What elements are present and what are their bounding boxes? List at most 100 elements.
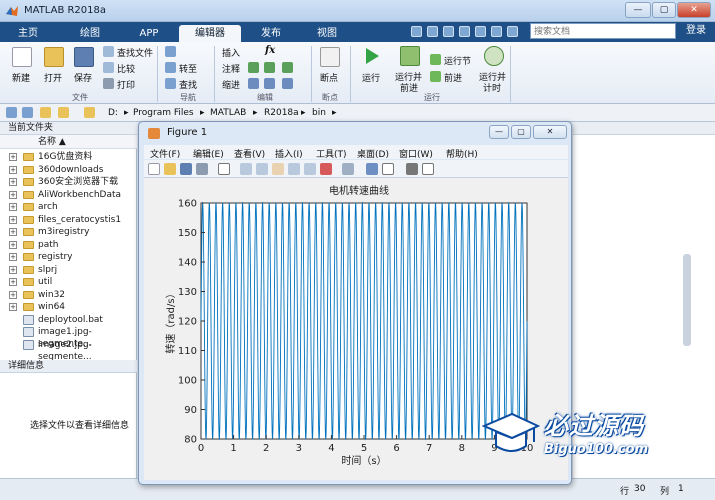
breadcrumb-program-files[interactable]: Program Files: [133, 108, 194, 118]
run-and-time-icon[interactable]: [484, 46, 504, 66]
save-button[interactable]: 保存: [74, 71, 92, 84]
list-item[interactable]: image1.jpg-segmente...: [0, 326, 137, 349]
expand-icon[interactable]: +: [9, 165, 17, 174]
breadcrumb-matlab[interactable]: MATLAB: [210, 108, 246, 118]
copy-small-icon[interactable]: [427, 26, 438, 37]
tab-editor[interactable]: 编辑器: [179, 25, 241, 42]
list-item[interactable]: deploytool.bat: [0, 314, 137, 326]
data-cursor-icon[interactable]: [304, 163, 316, 175]
menu-desktop[interactable]: 桌面(D): [357, 147, 389, 160]
list-item[interactable]: + win64: [0, 301, 137, 313]
back-icon[interactable]: [6, 107, 17, 118]
figure-close-button[interactable]: ✕: [533, 125, 567, 139]
breadcrumb-bin[interactable]: bin: [312, 108, 326, 118]
goto-button[interactable]: 转至: [179, 62, 197, 75]
forward-icon[interactable]: [22, 107, 33, 118]
tab-home[interactable]: 主页: [10, 25, 46, 42]
expand-icon[interactable]: +: [9, 278, 17, 286]
expand-icon[interactable]: +: [9, 178, 17, 186]
expand-icon[interactable]: +: [9, 228, 17, 236]
switch-windows-icon[interactable]: [491, 26, 502, 37]
find-files-button[interactable]: 查找文件: [117, 46, 153, 59]
edit-plot-arrow-icon[interactable]: [218, 163, 230, 175]
print-figure-icon[interactable]: [196, 163, 208, 175]
new-file-icon[interactable]: [12, 47, 32, 67]
close-button[interactable]: ✕: [677, 2, 711, 18]
pan-hand-icon[interactable]: [272, 163, 284, 175]
menu-window[interactable]: 窗口(W): [399, 147, 433, 160]
back-arrow-icon[interactable]: [165, 46, 176, 57]
login-button[interactable]: 登录: [680, 24, 712, 38]
new-figure-icon[interactable]: [148, 163, 160, 175]
list-item[interactable]: image2.jpg-segmente...: [0, 339, 137, 362]
undo-small-icon[interactable]: [459, 26, 470, 37]
list-item[interactable]: +360安全浏览器下载: [0, 176, 137, 188]
advance-button[interactable]: 前进: [444, 71, 462, 84]
print-button[interactable]: 打印: [117, 78, 135, 91]
zoom-out-icon[interactable]: [256, 163, 268, 175]
expand-icon[interactable]: +: [9, 203, 17, 211]
comment-percent-icon[interactable]: [248, 62, 259, 73]
list-item[interactable]: + AliWorkbenchData: [0, 189, 137, 201]
comment-button[interactable]: 注释: [222, 62, 240, 75]
brush-icon[interactable]: [320, 163, 332, 175]
save-figure-icon[interactable]: [180, 163, 192, 175]
menu-insert[interactable]: 插入(I): [275, 147, 303, 160]
list-item[interactable]: + arch: [0, 201, 137, 213]
decrease-indent-icon[interactable]: [282, 78, 293, 89]
menu-view[interactable]: 查看(V): [234, 147, 265, 160]
menu-file[interactable]: 文件(F): [150, 147, 180, 160]
list-item[interactable]: + win32: [0, 289, 137, 301]
insert-legend-icon[interactable]: [382, 163, 394, 175]
hide-plot-tools-icon[interactable]: [406, 163, 418, 175]
figure-maximize-button[interactable]: ▢: [511, 125, 531, 139]
compare-button[interactable]: 比较: [117, 62, 135, 75]
show-plot-tools-icon[interactable]: [422, 163, 434, 175]
expand-icon[interactable]: +: [9, 153, 17, 161]
up-folder-icon[interactable]: [40, 107, 51, 118]
menu-help[interactable]: 帮助(H): [446, 147, 478, 160]
increase-indent-icon[interactable]: [264, 78, 275, 89]
browse-folder-icon[interactable]: [58, 107, 69, 118]
list-item[interactable]: + registry: [0, 251, 137, 263]
breakpoints-icon[interactable]: [320, 47, 340, 67]
minimize-button[interactable]: —: [625, 2, 651, 18]
list-item[interactable]: + slprj: [0, 264, 137, 276]
maximize-button[interactable]: ▢: [652, 2, 676, 18]
vertical-scrollbar[interactable]: [683, 254, 691, 346]
name-column-header[interactable]: 名称 ▲: [0, 135, 137, 149]
run-icon[interactable]: [362, 46, 382, 66]
wrap-comments-icon[interactable]: [282, 62, 293, 73]
run-section-button[interactable]: 运行节: [444, 54, 471, 67]
run-and-time-label-2[interactable]: 计时: [483, 81, 501, 94]
run-and-advance-icon[interactable]: [400, 46, 420, 66]
indent-button[interactable]: 缩进: [222, 78, 240, 91]
breakpoints-button[interactable]: 断点: [320, 71, 338, 84]
open-button[interactable]: 打开: [44, 71, 62, 84]
menu-tools[interactable]: 工具(T): [316, 147, 347, 160]
expand-icon[interactable]: +: [9, 290, 17, 299]
expand-icon[interactable]: +: [9, 253, 17, 261]
tab-apps[interactable]: APP: [128, 25, 170, 42]
list-item[interactable]: + files_ceratocystis1: [0, 214, 137, 226]
list-item[interactable]: + util: [0, 276, 137, 288]
figure-minimize-button[interactable]: —: [489, 125, 509, 139]
list-item[interactable]: + path: [0, 239, 137, 251]
rotate-3d-icon[interactable]: [288, 163, 300, 175]
smart-indent-icon[interactable]: [248, 78, 259, 89]
redo-small-icon[interactable]: [475, 26, 486, 37]
breadcrumb-r2018a[interactable]: R2018a: [264, 108, 299, 118]
run-button[interactable]: 运行: [362, 71, 380, 84]
link-plot-icon[interactable]: [342, 163, 354, 175]
open-folder-icon[interactable]: [44, 47, 64, 67]
menu-edit[interactable]: 编辑(E): [193, 147, 224, 160]
insert-colorbar-icon[interactable]: [366, 163, 378, 175]
new-button[interactable]: 新建: [12, 71, 30, 84]
zoom-in-icon[interactable]: [240, 163, 252, 175]
expand-icon[interactable]: +: [9, 215, 17, 224]
list-item[interactable]: +16G优盘资料: [0, 151, 137, 163]
list-item[interactable]: + m3iregistry: [0, 226, 137, 238]
paste-small-icon[interactable]: [443, 26, 454, 37]
tab-view[interactable]: 视图: [306, 25, 348, 42]
search-documentation-input[interactable]: [530, 23, 676, 39]
